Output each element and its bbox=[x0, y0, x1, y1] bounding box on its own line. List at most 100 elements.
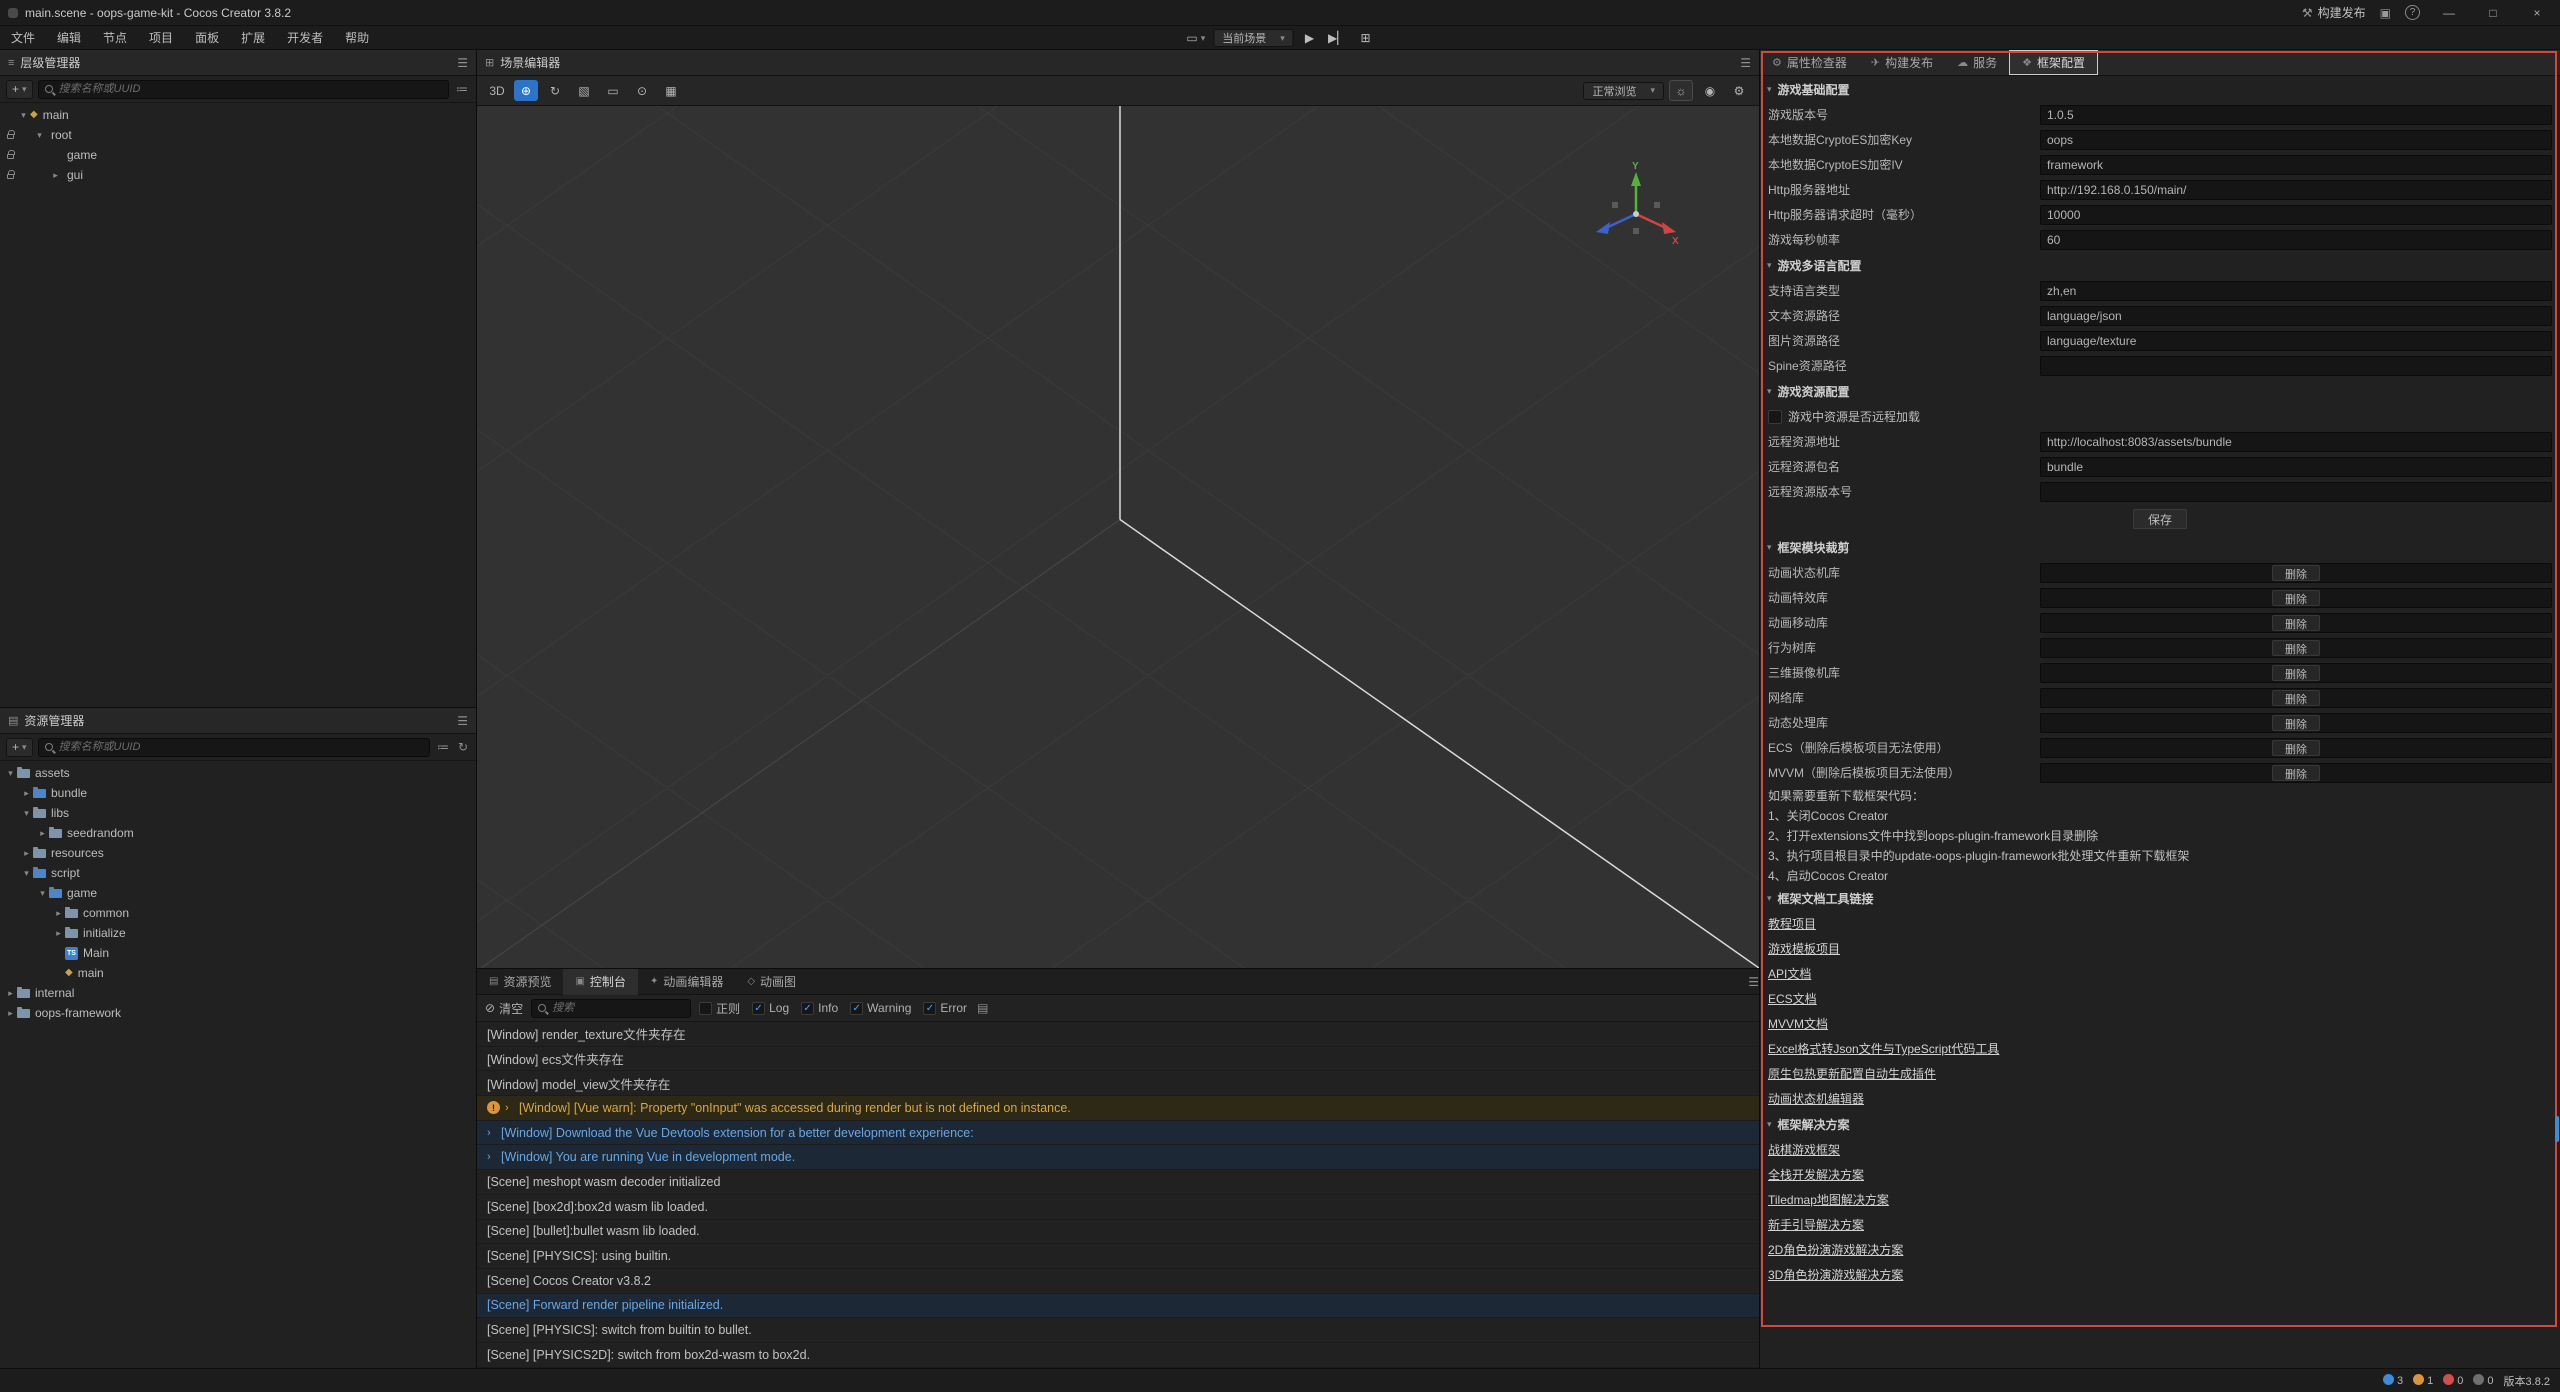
caret-icon[interactable]: ▸ bbox=[20, 788, 33, 799]
filter-Log[interactable]: ✓Log bbox=[752, 1001, 789, 1015]
build-publish-button[interactable]: ⚒构建发布 bbox=[2302, 4, 2366, 21]
tree-item-game[interactable]: game bbox=[0, 145, 476, 165]
help-icon[interactable]: ? bbox=[2405, 5, 2420, 20]
panel-menu-icon[interactable]: ☰ bbox=[457, 56, 468, 70]
panel-menu-icon[interactable]: ☰ bbox=[457, 714, 468, 728]
menu-item-开发者[interactable]: 开发者 bbox=[276, 26, 334, 50]
caret-icon[interactable]: ▾ bbox=[20, 808, 33, 819]
camera-icon[interactable]: ◉ bbox=[1698, 80, 1722, 101]
section-header-游戏基础配置[interactable]: ▾游戏基础配置 bbox=[1760, 76, 2560, 102]
log-row[interactable]: ›[Window] You are running Vue in develop… bbox=[477, 1145, 1759, 1170]
delete-button[interactable]: 删除 bbox=[2272, 665, 2320, 681]
tab-框架配置[interactable]: ❖框架配置 bbox=[2009, 50, 2098, 75]
field-input-Spine资源路径[interactable] bbox=[2040, 356, 2552, 376]
tree-item-resources[interactable]: ▸resources bbox=[0, 843, 476, 863]
doc-link[interactable]: API文档 bbox=[1768, 965, 1811, 982]
doc-link[interactable]: Excel格式转Json文件与TypeScript代码工具 bbox=[1768, 1040, 1999, 1057]
field-input-支持语言类型[interactable] bbox=[2040, 281, 2552, 301]
log-row[interactable]: ›[Window] Download the Vue Devtools exte… bbox=[477, 1121, 1759, 1146]
counter-bell[interactable]: 0 bbox=[2473, 1374, 2493, 1387]
log-row[interactable]: [Window] model_view文件夹存在 bbox=[477, 1071, 1759, 1096]
counter-warning[interactable]: 1 bbox=[2413, 1374, 2433, 1387]
caret-icon[interactable]: ▸ bbox=[52, 928, 65, 939]
tree-item-oops-framework[interactable]: ▸oops-framework bbox=[0, 1003, 476, 1023]
solution-link[interactable]: 全栈开发解决方案 bbox=[1768, 1166, 1864, 1183]
scale-tool-button[interactable]: ▧ bbox=[572, 80, 596, 101]
log-row[interactable]: [Window] ecs文件夹存在 bbox=[477, 1047, 1759, 1072]
panel-menu-icon[interactable]: ☰ bbox=[1748, 975, 1759, 989]
delete-button[interactable]: 删除 bbox=[2272, 715, 2320, 731]
log-row[interactable]: [Scene] [bullet]:bullet wasm lib loaded. bbox=[477, 1220, 1759, 1245]
tab-动画编辑器[interactable]: ✦动画编辑器 bbox=[638, 969, 735, 995]
tree-item-assets[interactable]: ▾assets bbox=[0, 763, 476, 783]
checkbox[interactable]: ✓ bbox=[752, 1002, 765, 1015]
refresh-icon[interactable]: ↻ bbox=[456, 740, 470, 754]
filter-Info[interactable]: ✓Info bbox=[801, 1001, 838, 1015]
tree-item-internal[interactable]: ▸internal bbox=[0, 983, 476, 1003]
section-header-框架解决方案[interactable]: ▾框架解决方案 bbox=[1760, 1111, 2560, 1137]
checkbox[interactable] bbox=[699, 1002, 712, 1015]
solution-link[interactable]: Tiledmap地图解决方案 bbox=[1768, 1191, 1889, 1208]
move-tool-button[interactable]: ⊕ bbox=[514, 80, 538, 101]
doc-link[interactable]: 原生包热更新配置自动生成插件 bbox=[1768, 1065, 1936, 1082]
rotate-tool-button[interactable]: ↻ bbox=[543, 80, 567, 101]
caret-icon[interactable]: ▸ bbox=[52, 908, 65, 919]
panel-menu-icon[interactable]: ☰ bbox=[1740, 56, 1751, 70]
menu-item-文件[interactable]: 文件 bbox=[0, 26, 46, 50]
doc-link[interactable]: MVVM文档 bbox=[1768, 1015, 1828, 1032]
step-button[interactable]: ▶▏ bbox=[1325, 31, 1349, 45]
expand-caret-icon[interactable]: › bbox=[505, 1102, 519, 1114]
delete-button[interactable]: 删除 bbox=[2272, 765, 2320, 781]
field-input-远程资源地址[interactable] bbox=[2040, 432, 2552, 452]
menu-item-项目[interactable]: 项目 bbox=[138, 26, 184, 50]
tree-item-libs[interactable]: ▾libs bbox=[0, 803, 476, 823]
field-input-图片资源路径[interactable] bbox=[2040, 331, 2552, 351]
field-input-文本资源路径[interactable] bbox=[2040, 306, 2552, 326]
log-row[interactable]: [Scene] [PHYSICS]: switch from builtin t… bbox=[477, 1318, 1759, 1343]
doc-link[interactable]: 游戏模板项目 bbox=[1768, 940, 1840, 957]
delete-button[interactable]: 删除 bbox=[2272, 615, 2320, 631]
expand-caret-icon[interactable]: › bbox=[487, 1127, 501, 1139]
section-header-框架文档工具链接[interactable]: ▾框架文档工具链接 bbox=[1760, 885, 2560, 911]
menu-item-扩展[interactable]: 扩展 bbox=[230, 26, 276, 50]
menu-item-面板[interactable]: 面板 bbox=[184, 26, 230, 50]
solution-link[interactable]: 战棋游戏框架 bbox=[1768, 1141, 1840, 1158]
delete-button[interactable]: 删除 bbox=[2272, 640, 2320, 656]
create-asset-button[interactable]: +▾ bbox=[6, 738, 33, 757]
remote-load-checkbox[interactable] bbox=[1768, 410, 1782, 424]
caret-icon[interactable]: ▸ bbox=[4, 988, 17, 999]
filter-Warning[interactable]: ✓Warning bbox=[850, 1001, 911, 1015]
play-button[interactable]: ▶ bbox=[1302, 31, 1317, 45]
view-mode-select[interactable]: 正常浏览▾ bbox=[1583, 82, 1664, 100]
log-row[interactable]: [Scene] [box2d]:box2d wasm lib loaded. bbox=[477, 1195, 1759, 1220]
tree-item-script[interactable]: ▾script bbox=[0, 863, 476, 883]
tab-服务[interactable]: ☁服务 bbox=[1945, 50, 2009, 75]
doc-link[interactable]: 动画状态机编辑器 bbox=[1768, 1090, 1864, 1107]
delete-button[interactable]: 删除 bbox=[2272, 690, 2320, 706]
menu-item-编辑[interactable]: 编辑 bbox=[46, 26, 92, 50]
assets-search-input[interactable] bbox=[38, 738, 430, 757]
doc-link[interactable]: 教程项目 bbox=[1768, 915, 1816, 932]
checkbox[interactable]: ✓ bbox=[801, 1002, 814, 1015]
tree-item-seedrandom[interactable]: ▸seedrandom bbox=[0, 823, 476, 843]
log-row[interactable]: [Scene] meshopt wasm decoder initialized bbox=[477, 1170, 1759, 1195]
caret-icon[interactable]: ▸ bbox=[4, 1008, 17, 1019]
counter-error[interactable]: 0 bbox=[2443, 1374, 2463, 1387]
log-row[interactable]: [Scene] Cocos Creator v3.8.2 bbox=[477, 1269, 1759, 1294]
tab-资源预览[interactable]: ▤资源预览 bbox=[477, 969, 563, 995]
field-input-本地数据CryptoES加密IV[interactable] bbox=[2040, 155, 2552, 175]
tab-构建发布[interactable]: ✈构建发布 bbox=[1859, 50, 1945, 75]
delete-button[interactable]: 删除 bbox=[2272, 740, 2320, 756]
tab-控制台[interactable]: ▣控制台 bbox=[563, 969, 637, 995]
checkbox[interactable]: ✓ bbox=[923, 1002, 936, 1015]
caret-icon[interactable]: ▾ bbox=[17, 110, 30, 121]
save-button[interactable]: 保存 bbox=[2133, 509, 2187, 529]
tree-item-common[interactable]: ▸common bbox=[0, 903, 476, 923]
solution-link[interactable]: 新手引导解决方案 bbox=[1768, 1216, 1864, 1233]
create-node-button[interactable]: +▾ bbox=[6, 80, 33, 99]
menu-item-帮助[interactable]: 帮助 bbox=[334, 26, 380, 50]
log-row[interactable]: [Scene] Forward render pipeline initiali… bbox=[477, 1294, 1759, 1319]
delete-button[interactable]: 删除 bbox=[2272, 590, 2320, 606]
field-input-本地数据CryptoES加密Key[interactable] bbox=[2040, 130, 2552, 150]
close-button[interactable]: × bbox=[2522, 6, 2552, 20]
